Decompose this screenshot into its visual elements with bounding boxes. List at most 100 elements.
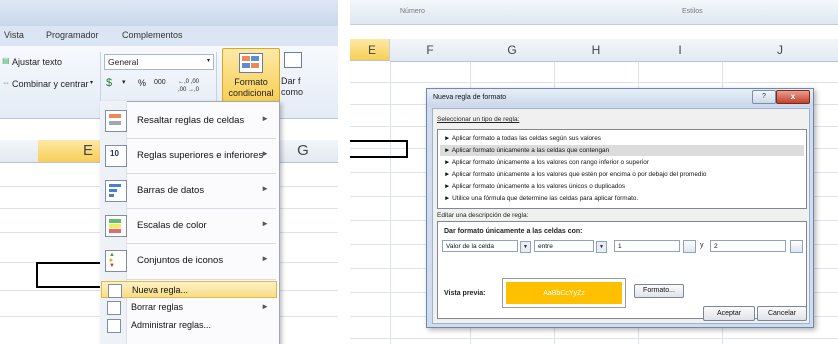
menu-item-manage-rules[interactable]: Administrar reglas... (101, 317, 277, 334)
format-button[interactable]: Formato... (634, 284, 684, 298)
format-as-table-label-2[interactable]: como (281, 87, 303, 97)
chevron-right-icon: ► (261, 184, 269, 193)
decrease-decimal-button[interactable]: ,00 →,0 (178, 87, 199, 93)
conditional-format-button[interactable]: Formato condicional (222, 48, 280, 102)
range-picker-icon[interactable] (683, 240, 696, 253)
menu-item-label: Borrar reglas (131, 302, 184, 312)
menu-item-label: Reglas superiores e inferiores (137, 150, 264, 161)
menu-item-data-bars[interactable]: Barras de datos ► (101, 174, 277, 208)
group-label-styles: Estilos (682, 8, 703, 15)
number-format-combo[interactable]: General ▾ (104, 54, 214, 70)
rule-type-item[interactable]: ► Aplicar formato únicamente a los valor… (440, 157, 804, 168)
dialog-title: Nueva regla de formato (433, 94, 507, 101)
column-header-j[interactable]: J (722, 39, 838, 62)
format-only-cells-label: Dar formato únicamente a las celdas con: (444, 228, 583, 235)
menu-item-label: Resaltar reglas de celdas (137, 115, 245, 126)
column-header-g[interactable]: G (470, 39, 555, 62)
condition-dropdown[interactable]: Valor de la celda (442, 240, 518, 252)
menu-item-label: Conjuntos de iconos (137, 255, 224, 266)
rule-type-item-selected[interactable]: ► Aplicar formato únicamente a las celda… (440, 145, 804, 156)
menu-item-new-rule[interactable]: Nueva regla... (101, 281, 277, 298)
conditional-format-label-1: Formato (234, 77, 268, 87)
selected-cell[interactable] (350, 140, 408, 158)
preview-box: AaBbCcYyZz (502, 278, 626, 308)
close-button[interactable]: x (776, 90, 810, 104)
ribbon-group-labels: Número Estilos (350, 0, 838, 25)
number-format-value: General (108, 57, 139, 67)
menu-item-label: Nueva regla... (132, 285, 189, 295)
rule-type-item[interactable]: ► Aplicar formato únicamente a los valor… (440, 181, 804, 192)
help-icon: ? (762, 93, 766, 100)
cancel-button[interactable]: Cancelar (757, 306, 807, 321)
and-label: y (700, 242, 704, 249)
wrap-text-icon: ▤ (2, 56, 10, 65)
rule-type-list: ► Aplicar formato a todas las celdas seg… (437, 129, 807, 209)
merge-dropdown-icon[interactable]: ▾ (90, 79, 93, 86)
format-as-table-icon[interactable] (284, 52, 302, 68)
rule-type-item[interactable]: ► Aplicar formato a todas las celdas seg… (440, 133, 804, 144)
preview-text: AaBbCcYyZz (543, 289, 585, 297)
highlight-cells-rules-icon (105, 110, 127, 132)
chevron-down-icon[interactable]: ▼ (596, 241, 607, 253)
accounting-format-icon[interactable]: $ (106, 77, 112, 89)
merge-center-icon: ⇔ (2, 78, 10, 87)
group-label-number: Número (400, 8, 425, 15)
menu-item-highlight-rules[interactable]: Resaltar reglas de celdas ► (101, 104, 277, 138)
dialog-title-bar: Nueva regla de formato ? x (427, 89, 813, 107)
accounting-dropdown-icon[interactable]: ▾ (122, 78, 126, 86)
preview-label: Vista previa: (444, 290, 486, 297)
conditional-format-icon (239, 53, 263, 73)
menu-item-icon-sets[interactable]: ▲ ■ ▼ Conjuntos de iconos ► (101, 244, 277, 278)
cancel-button-label: Cancelar (767, 310, 796, 317)
color-scales-icon (105, 215, 127, 237)
menu-item-label: Administrar reglas... (131, 320, 212, 330)
menu-item-top-bottom-rules[interactable]: 10 Reglas superiores e inferiores ► (101, 139, 277, 173)
chevron-right-icon: ► (261, 219, 269, 228)
data-bars-icon (105, 180, 127, 202)
menu-divider (126, 279, 276, 280)
tab-programador[interactable]: Programador (46, 30, 99, 40)
chevron-right-icon: ► (261, 149, 269, 158)
edit-description-label: Editar una descripción de regla: (437, 212, 529, 219)
thousands-button[interactable]: 000 (154, 79, 166, 86)
menu-item-label: Escalas de color (137, 220, 207, 231)
accept-button-label: Aceptar (716, 310, 742, 317)
menu-item-label: Barras de datos (137, 185, 205, 196)
operator-dropdown[interactable]: entre (534, 240, 594, 252)
close-icon: x (790, 92, 796, 101)
preview-swatch: AaBbCcYyZz (506, 282, 622, 304)
chevron-right-icon: ► (261, 114, 269, 123)
increase-decimal-button[interactable]: ←,0 ,00 (178, 79, 199, 85)
rule-description-group: Dar formato únicamente a las celdas con:… (437, 221, 807, 319)
column-header-e[interactable]: E (350, 39, 390, 61)
format-button-label: Formato... (643, 287, 675, 294)
menu-item-color-scales[interactable]: Escalas de color ► (101, 209, 277, 243)
help-button[interactable]: ? (752, 90, 776, 104)
percent-button[interactable]: % (138, 78, 146, 88)
grid-line (350, 82, 838, 83)
column-header-h[interactable]: H (554, 39, 639, 62)
tab-vista[interactable]: Vista (4, 30, 24, 40)
select-rule-type-label: Seleccionar un tipo de regla: (437, 116, 520, 123)
value1-input[interactable]: 1 (614, 240, 680, 252)
manage-rules-icon (107, 319, 121, 333)
tab-complementos[interactable]: Complementos (122, 30, 183, 40)
range-picker-icon[interactable] (790, 240, 803, 253)
value2-input[interactable]: 2 (710, 240, 786, 252)
format-as-table-label-1[interactable]: Dar f (281, 76, 301, 86)
menu-item-clear-rules[interactable]: Borrar reglas ► (101, 299, 277, 316)
new-rule-icon (108, 284, 122, 298)
grid-line (350, 338, 838, 339)
right-excel-screenshot: Número Estilos E F G H I J Nueva regla d… (350, 0, 838, 344)
rule-type-item[interactable]: ► Aplicar formato únicamente a los valor… (440, 169, 804, 180)
column-header-f[interactable]: F (390, 39, 471, 62)
column-header-i[interactable]: I (638, 39, 723, 62)
chevron-down-icon[interactable]: ▼ (520, 241, 531, 253)
merge-center-button[interactable]: Combinar y centrar (12, 79, 89, 89)
column-header-d[interactable] (0, 140, 39, 163)
top-bottom-rules-icon: 10 (105, 145, 127, 167)
icon-sets-icon: ▲ ■ ▼ (105, 250, 127, 272)
accept-button[interactable]: Aceptar (703, 306, 755, 321)
wrap-text-button[interactable]: Ajustar texto (12, 57, 62, 67)
rule-type-item[interactable]: ► Utilice una fórmula que determine las … (440, 193, 804, 204)
